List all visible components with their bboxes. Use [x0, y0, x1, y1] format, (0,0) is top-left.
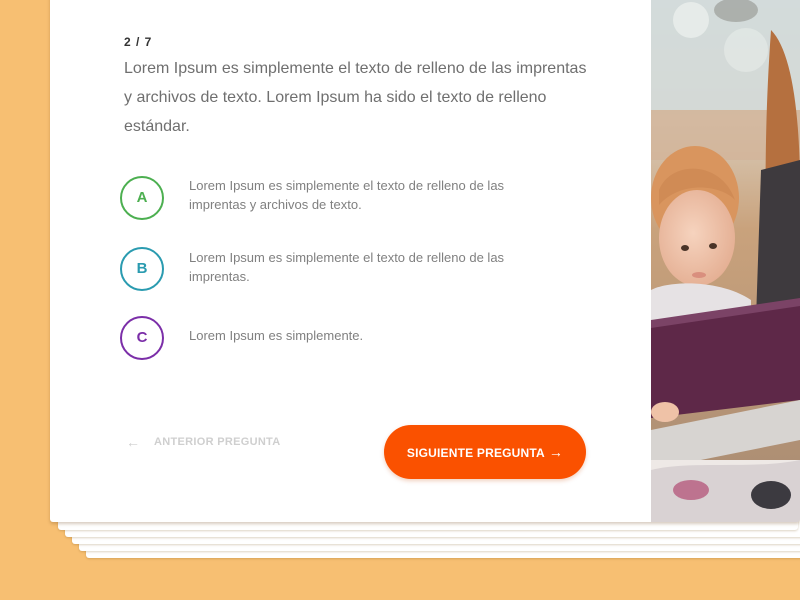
previous-question-label: ANTERIOR PREGUNTA: [154, 436, 281, 448]
next-question-button[interactable]: SIGUIENTE PREGUNTA →: [384, 425, 586, 479]
answer-option-b[interactable]: B Lorem Ipsum es simplemente el texto de…: [120, 247, 600, 295]
option-text: Lorem Ipsum es simplemente el texto de r…: [189, 178, 505, 212]
answer-option-a[interactable]: A Lorem Ipsum es simplemente el texto de…: [120, 176, 600, 224]
option-letter-badge: B: [120, 247, 164, 291]
question-counter: 2 / 7: [124, 35, 153, 49]
question-text: Lorem Ipsum es simplemente el texto de r…: [124, 60, 587, 135]
arrow-left-icon: ←: [126, 434, 141, 450]
arrow-right-icon: →: [548, 444, 564, 460]
answer-option-c[interactable]: C Lorem Ipsum es simplemente.: [120, 316, 600, 364]
next-question-label: SIGUIENTE PREGUNTA: [406, 446, 545, 460]
option-text: Lorem Ipsum es simplemente el texto de r…: [189, 250, 505, 284]
option-text: Lorem Ipsum es simplemente.: [189, 328, 364, 343]
mother-child-tablet-photo: [651, 0, 800, 522]
option-letter-badge: C: [120, 316, 164, 360]
quiz-stage: 2 / 7 Lorem Ipsum es simplemente el text…: [0, 0, 800, 600]
option-letter-badge: A: [120, 176, 164, 220]
previous-question-button[interactable]: ← ANTERIOR PREGUNTA: [126, 433, 281, 451]
quiz-card: 2 / 7 Lorem Ipsum es simplemente el text…: [50, 0, 800, 522]
quiz-content: 2 / 7 Lorem Ipsum es simplemente el text…: [50, 0, 651, 522]
